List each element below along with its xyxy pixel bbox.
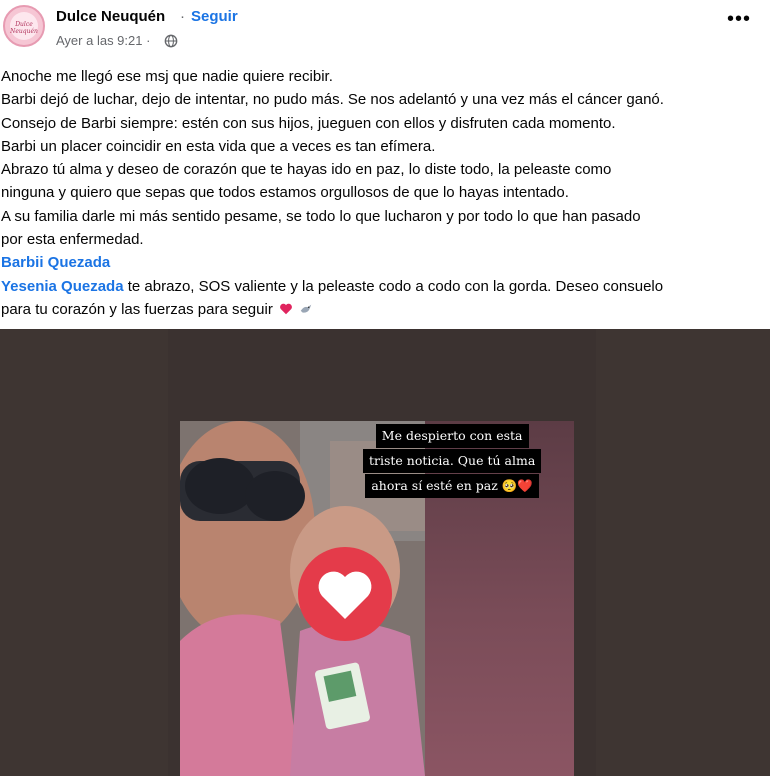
post-header: Dulce Neuquén Dulce Neuquén · Seguir Aye… [0,0,770,60]
globe-icon[interactable] [164,34,178,48]
story-caption: Me despierto con esta triste noticia. Qu… [363,424,542,499]
caption-line: ahora sí esté en paz 🥺❤️ [365,474,539,498]
follow-button[interactable]: Seguir [191,8,238,25]
post-line: Anoche me llegó ese msj que nadie quiere… [1,68,333,85]
avatar[interactable]: Dulce Neuquén [3,5,45,47]
heart-icon [280,303,292,315]
post-line: Barbi un placer coincidir en esta vida q… [1,137,436,155]
mention-line: Barbii Quezada [1,251,769,274]
mention-text: te abrazo, SOS valiente y la peleaste co… [123,277,664,295]
post-photo[interactable]: Me despierto con esta triste noticia. Qu… [0,329,770,776]
last-line-text: para tu corazón y las fuerzas para segui… [1,300,273,318]
caption-line: triste noticia. Que tú alma [363,449,542,473]
post-text: Anoche me llegó ese msj que nadie quiere… [1,65,769,321]
post-line: ninguna y quiero que sepas que todos est… [1,184,569,202]
separator-dot: · [180,8,185,25]
heart-sticker [298,547,392,641]
post-line: para tu corazón y las fuerzas para segui… [1,298,769,321]
caption-line: Me despierto con esta [375,424,529,448]
mention-barbii-link[interactable]: Barbii Quezada [1,254,110,271]
mention-line: Yesenia Quezada te abrazo, SOS valiente … [1,275,769,298]
post-timestamp[interactable]: Ayer a las 9:21 · [56,33,150,48]
avatar-logo-text: Dulce Neuquén [10,21,38,35]
post-line: A su familia darle mi más sentido pesame… [1,207,641,225]
facebook-post: Dulce Neuquén Dulce Neuquén · Seguir Aye… [0,0,770,776]
page-name-link[interactable]: Dulce Neuquén [56,8,165,25]
post-line: Consejo de Barbi siempre: estén con sus … [1,114,616,132]
mention-yesenia-link[interactable]: Yesenia Quezada [1,278,124,295]
more-options-button[interactable]: ••• [726,9,752,34]
post-line: por esta enfermedad. [1,231,144,249]
post-line: Barbi dejó de luchar, dejo de intentar, … [1,91,664,109]
heart-icon [318,571,372,619]
post-line: Abrazo tú alma y deseo de corazón que te… [1,161,612,179]
dove-icon [300,304,312,313]
